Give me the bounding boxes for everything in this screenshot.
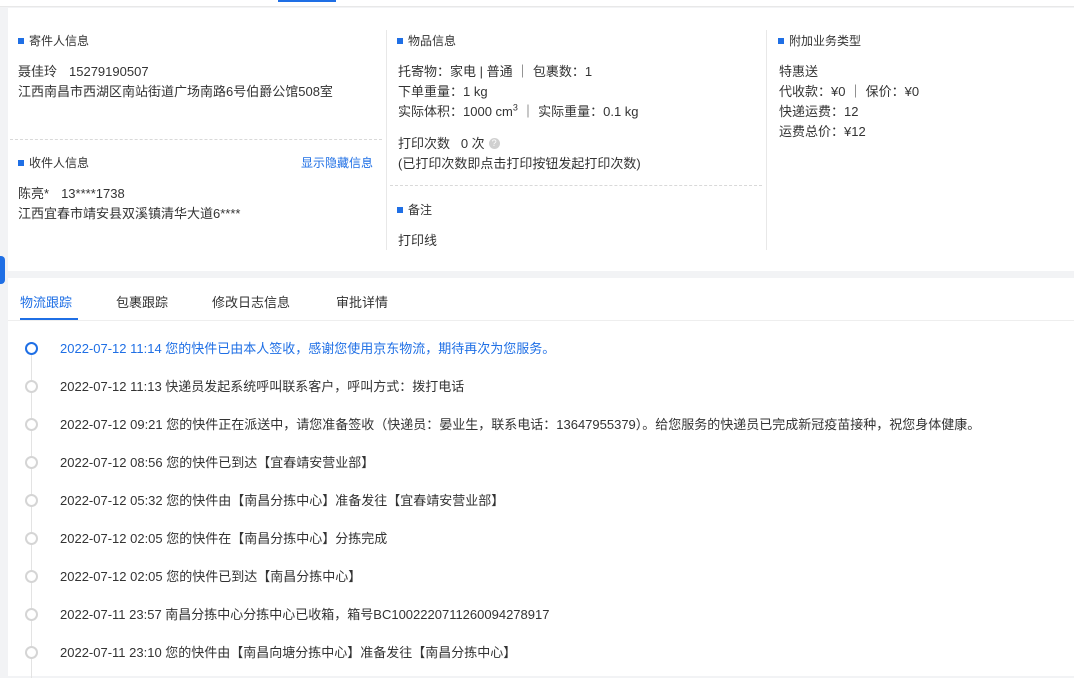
receiver-name: 陈亮* xyxy=(18,186,50,201)
side-collapse-handle[interactable] xyxy=(0,256,5,284)
timeline-dot-icon xyxy=(25,342,38,355)
waybill-info-panel: 寄件人信息 聂佳玲 15279190507 江西南昌市西湖区南站街道广场南路6号伯… xyxy=(8,8,1074,271)
timeline-event: 2022-07-12 05:32 您的快件由【南昌分拣中心】准备发往【宜春靖安营… xyxy=(8,490,1074,510)
timeline-dot-icon xyxy=(25,646,38,659)
tab-logistics-tracking[interactable]: 物流跟踪 xyxy=(20,292,72,311)
question-icon[interactable]: ? xyxy=(488,138,500,150)
sender-address: 江西南昌市西湖区南站街道广场南路6号伯爵公馆508室 xyxy=(18,84,333,99)
extra-section-title: 附加业务类型 xyxy=(778,32,861,49)
tab-approval-details[interactable]: 审批详情 xyxy=(336,292,388,311)
print-count: 打印次数 0 次? xyxy=(398,133,500,152)
extra-services-column: 附加业务类型 特惠送 代收款：¥0 ｜ 保价：¥0 快递运费：12 运费总价：¥… xyxy=(766,8,1074,271)
square-marker-icon xyxy=(18,159,24,166)
timeline-event: 2022-07-12 02:05 您的快件在【南昌分拣中心】分拣完成 xyxy=(8,528,1074,548)
sender-phone: 15279190507 xyxy=(69,64,149,79)
timeline-dot-icon xyxy=(25,418,38,431)
timeline-event: 2022-07-12 08:56 您的快件已到达【宜春靖安营业部】 xyxy=(8,452,1074,472)
goods-cargo-line: 托寄物：家电 | 普通 ｜ 包裹数：1 xyxy=(398,64,593,79)
tab-package-tracking[interactable]: 包裹跟踪 xyxy=(116,292,168,311)
timeline-line xyxy=(31,348,32,678)
tracking-tabs: 物流跟踪 包裹跟踪 修改日志信息 审批详情 xyxy=(8,278,1074,321)
sender-receiver-column: 寄件人信息 聂佳玲 15279190507 江西南昌市西湖区南站街道广场南路6号伯… xyxy=(8,8,386,271)
top-tab-strip xyxy=(0,0,1074,7)
timeline-dot-icon xyxy=(25,456,38,469)
timeline-event: 2022-07-11 23:10 您的快件由【南昌向塘分拣中心】准备发往【南昌分… xyxy=(8,642,1074,662)
extra-freight: 快递运费：12 xyxy=(779,104,859,119)
goods-volume-weight: 实际体积：1000 cm3 ｜ 实际重量：0.1 kg xyxy=(398,102,639,119)
receiver-address: 江西宜春市靖安县双溪镇清华大道6**** xyxy=(18,206,241,221)
tracking-timeline: 2022-07-12 11:14 您的快件已由本人签收，感谢您使用京东物流，期待… xyxy=(8,320,1074,678)
sender-contact: 聂佳玲 15279190507 xyxy=(18,61,149,80)
square-marker-icon xyxy=(18,37,24,44)
timeline-event: 2022-07-12 09:21 您的快件正在派送中，请您准备签收（快递员：晏业… xyxy=(8,414,1074,434)
square-marker-icon xyxy=(397,37,403,44)
goods-column: 物品信息 托寄物：家电 | 普通 ｜ 包裹数：1 下单重量：1 kg 实际体积：… xyxy=(386,8,766,271)
sender-section-title: 寄件人信息 xyxy=(18,32,89,49)
timeline-dot-icon xyxy=(25,494,38,507)
timeline-dot-icon xyxy=(25,532,38,545)
remark-value: 打印线 xyxy=(398,233,438,248)
sender-name: 聂佳玲 xyxy=(18,64,58,79)
section-divider xyxy=(10,139,382,140)
timeline-dot-icon xyxy=(25,608,38,621)
receiver-section-title: 收件人信息 xyxy=(18,154,89,171)
print-count-note: (已打印次数即点击打印按钮发起打印次数) xyxy=(398,156,641,171)
goods-section-title: 物品信息 xyxy=(397,32,456,49)
timeline-event: 2022-07-11 23:57 南昌分拣中心分拣中心已收箱，箱号BC10022… xyxy=(8,604,1074,624)
receiver-contact: 陈亮* 13****1738 xyxy=(18,183,125,202)
extra-total: 运费总价：¥12 xyxy=(779,124,866,139)
top-tab-indicator xyxy=(278,0,336,2)
goods-order-weight: 下单重量：1 kg xyxy=(398,84,488,99)
timeline-event: 2022-07-12 11:13 快递员发起系统呼叫联系客户，呼叫方式：拨打电话 xyxy=(8,376,1074,396)
square-marker-icon xyxy=(397,206,403,213)
remark-section-title: 备注 xyxy=(397,201,432,218)
timeline-event: 2022-07-12 02:05 您的快件已到达【南昌分拣中心】 xyxy=(8,566,1074,586)
section-divider xyxy=(390,185,762,186)
extra-service-type: 特惠送 xyxy=(779,64,819,79)
square-marker-icon xyxy=(778,37,784,44)
timeline-dot-icon xyxy=(25,380,38,393)
timeline-event: 2022-07-12 11:14 您的快件已由本人签收，感谢您使用京东物流，期待… xyxy=(8,338,1074,358)
tracking-panel: 物流跟踪 包裹跟踪 修改日志信息 审批详情 2022-07-12 11:14 您… xyxy=(8,278,1074,678)
timeline-dot-icon xyxy=(25,570,38,583)
receiver-phone: 13****1738 xyxy=(61,186,125,201)
extra-cod-insurance: 代收款：¥0 ｜ 保价：¥0 xyxy=(779,84,920,99)
tab-change-log[interactable]: 修改日志信息 xyxy=(212,292,290,311)
show-hidden-info-link[interactable]: 显示隐藏信息 xyxy=(301,154,373,171)
